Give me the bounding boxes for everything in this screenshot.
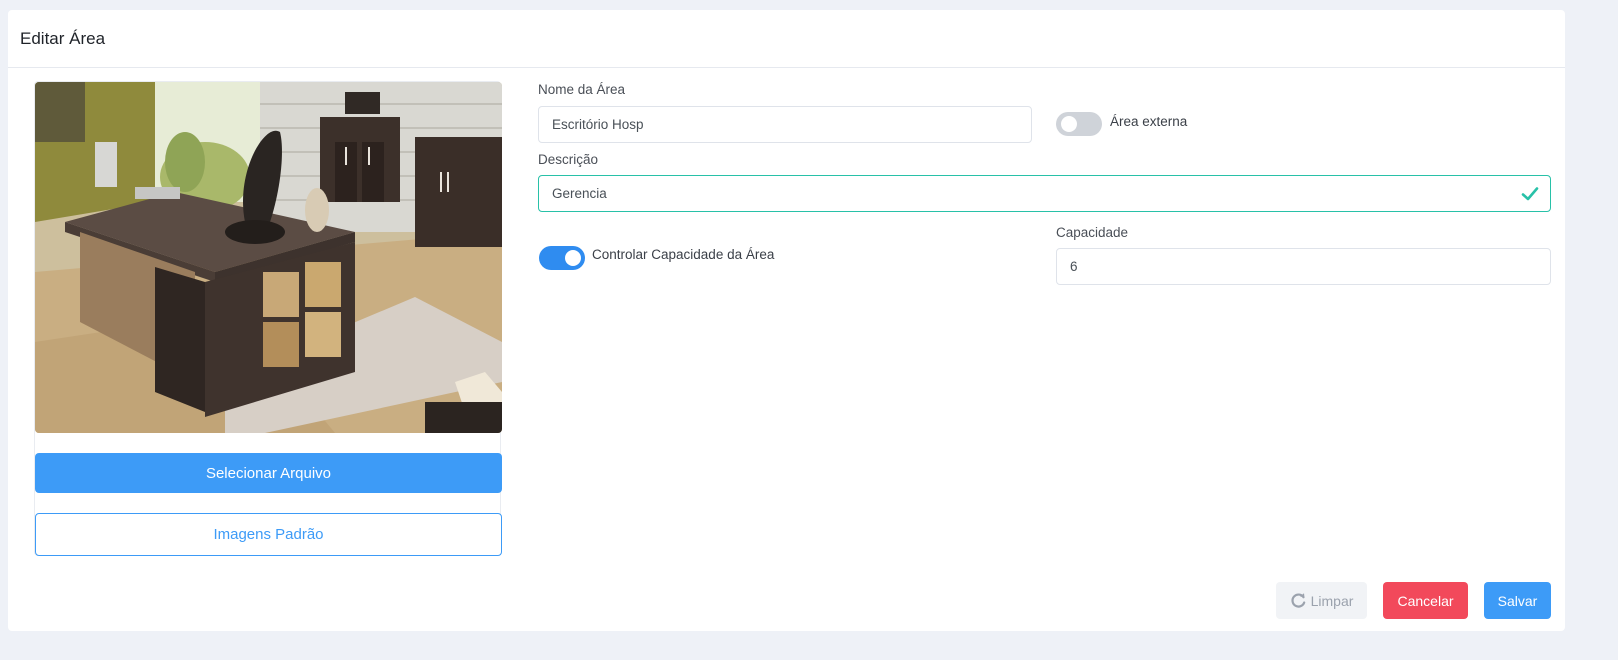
capacity-label: Capacidade	[1056, 225, 1129, 240]
external-area-toggle[interactable]	[1056, 112, 1102, 136]
select-file-button[interactable]: Selecionar Arquivo	[35, 453, 502, 493]
default-images-button[interactable]: Imagens Padrão	[35, 513, 502, 556]
external-area-label: Área externa	[1110, 114, 1188, 129]
area-name-input[interactable]	[538, 106, 1032, 143]
refresh-icon	[1291, 593, 1305, 608]
area-photo	[35, 82, 502, 433]
toggle-knob	[565, 250, 581, 266]
toggle-knob	[1061, 116, 1077, 132]
description-input[interactable]	[538, 175, 1551, 212]
capacity-input[interactable]	[1056, 248, 1551, 285]
image-panel: Selecionar Arquivo Imagens Padrão	[34, 81, 502, 556]
check-icon	[1521, 187, 1539, 201]
control-capacity-label: Controlar Capacidade da Área	[592, 247, 775, 262]
edit-area-card: Editar Área Selecionar Arquivo Imagens P…	[8, 10, 1565, 631]
save-button[interactable]: Salvar	[1484, 582, 1551, 619]
cancel-button[interactable]: Cancelar	[1383, 582, 1468, 619]
area-name-label: Nome da Área	[538, 82, 626, 97]
page-title: Editar Área	[20, 28, 106, 48]
card-header: Editar Área	[8, 10, 1565, 68]
reset-label: Limpar	[1310, 592, 1354, 609]
reset-button[interactable]: Limpar	[1276, 582, 1367, 619]
control-capacity-toggle[interactable]	[539, 246, 585, 270]
description-label: Descrição	[538, 152, 599, 167]
